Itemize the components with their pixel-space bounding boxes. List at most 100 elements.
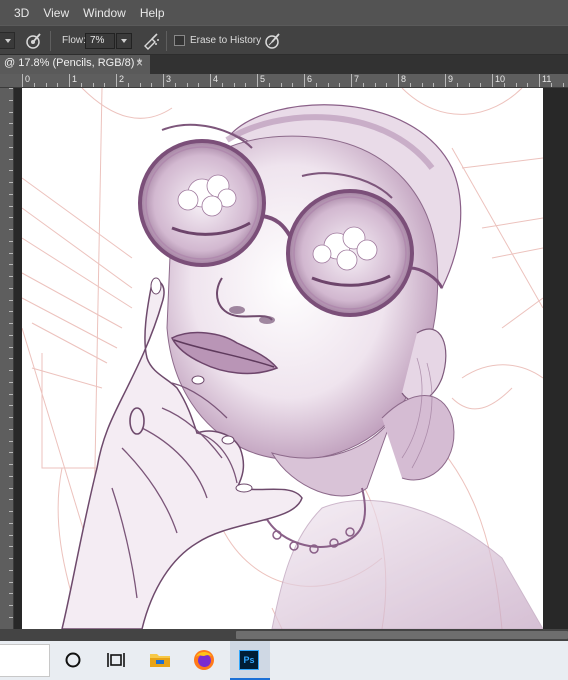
menu-view[interactable]: View — [36, 6, 76, 20]
brush-preset-dropdown[interactable] — [0, 32, 15, 49]
ruler-tick — [198, 83, 199, 87]
ruler-tick — [9, 523, 13, 524]
ruler-label: 3 — [166, 74, 172, 84]
ruler-tick — [9, 206, 13, 207]
ruler-tick — [9, 123, 13, 124]
ruler-tick — [281, 83, 282, 87]
photoshop-icon[interactable]: Ps — [239, 650, 259, 670]
ruler-tick — [104, 83, 105, 87]
ruler-horizontal: 0 1 2 3 4 5 6 7 8 9 10 11 — [0, 74, 568, 88]
ruler-tick — [551, 83, 552, 87]
pencil-sketch-artwork — [22, 88, 543, 629]
ruler-tick — [9, 617, 13, 618]
ruler-label: 8 — [401, 74, 407, 84]
taskbar: Ps — [0, 641, 568, 680]
ruler-tick — [292, 83, 293, 87]
ruler-label: 5 — [260, 74, 266, 84]
ruler-tick — [9, 217, 13, 218]
menu-window[interactable]: Window — [76, 6, 133, 20]
airbrush-icon[interactable] — [141, 31, 161, 51]
ruler-tick — [9, 358, 13, 359]
close-icon[interactable]: × — [136, 56, 143, 70]
ruler-tick — [222, 83, 223, 87]
document-tab[interactable]: @ 17.8% (Pencils, RGB/8) * × — [0, 55, 150, 74]
ruler-label: 6 — [307, 74, 313, 84]
ruler-tick — [9, 370, 13, 371]
ruler-tick — [269, 83, 270, 87]
menu-bar: 3D View Window Help — [0, 0, 568, 25]
ruler-tick — [9, 229, 13, 230]
erase-to-history-checkbox[interactable] — [174, 35, 185, 46]
ruler-tick — [9, 605, 13, 606]
ruler-tick — [363, 83, 364, 87]
ruler-tick — [9, 135, 13, 136]
firefox-icon[interactable] — [192, 648, 216, 672]
ruler-tick — [9, 276, 13, 277]
ruler-tick — [9, 535, 13, 536]
ruler-tick — [9, 264, 13, 265]
ruler-label: 1 — [72, 74, 78, 84]
taskbar-search-box[interactable] — [0, 644, 50, 677]
ruler-tick — [140, 83, 141, 87]
ruler-tick — [469, 83, 470, 87]
ruler-tick — [9, 452, 13, 453]
ruler-tick — [9, 100, 13, 101]
ruler-tick — [151, 83, 152, 87]
file-explorer-icon[interactable] — [148, 648, 172, 672]
ruler-tick — [128, 83, 129, 87]
document-tab-bar: @ 17.8% (Pencils, RGB/8) * × — [0, 55, 568, 74]
ruler-label: 0 — [25, 74, 31, 84]
ruler-tick — [81, 83, 82, 87]
ruler-tick — [9, 394, 13, 395]
menu-help[interactable]: Help — [133, 6, 172, 20]
document-tab-title: @ 17.8% (Pencils, RGB/8) * — [4, 57, 142, 69]
menu-3d[interactable]: 3D — [0, 6, 36, 20]
ruler-tick — [57, 83, 58, 87]
ruler-tick — [9, 88, 13, 89]
ruler-tick — [69, 74, 70, 87]
ruler-tick — [9, 476, 13, 477]
ruler-tick — [304, 74, 305, 87]
ruler-tick — [116, 74, 117, 87]
flow-dropdown-button[interactable] — [116, 33, 132, 49]
ruler-tick — [9, 429, 13, 430]
ruler-tick — [9, 182, 13, 183]
pressure-opacity-icon[interactable] — [24, 31, 44, 51]
ruler-tick — [234, 83, 235, 87]
ruler-tick — [46, 83, 47, 87]
scrollbar-thumb[interactable] — [236, 631, 568, 639]
ruler-tick — [9, 488, 13, 489]
ruler-tick — [480, 83, 481, 87]
ruler-tick — [22, 74, 23, 87]
ruler-tick — [9, 558, 13, 559]
ruler-tick — [9, 147, 13, 148]
flow-input[interactable]: 7% — [85, 33, 115, 49]
ruler-tick — [245, 83, 246, 87]
erase-to-history-label: Erase to History — [190, 35, 262, 46]
ruler-tick — [316, 83, 317, 87]
ruler-tick — [9, 405, 13, 406]
document-canvas[interactable] — [22, 88, 543, 629]
cortana-icon[interactable] — [61, 648, 85, 672]
ruler-tick — [398, 74, 399, 87]
ruler-tick — [9, 464, 13, 465]
pressure-size-icon[interactable] — [263, 31, 283, 51]
flow-label: Flow: — [62, 35, 86, 46]
ruler-tick — [410, 83, 411, 87]
task-view-icon[interactable] — [104, 648, 128, 672]
ruler-tick — [339, 83, 340, 87]
ruler-tick — [9, 300, 13, 301]
ruler-tick — [9, 288, 13, 289]
ruler-tick — [187, 83, 188, 87]
ruler-tick — [504, 83, 505, 87]
ruler-tick — [9, 582, 13, 583]
horizontal-scrollbar[interactable] — [0, 629, 568, 641]
ruler-tick — [9, 311, 13, 312]
ruler-tick — [433, 83, 434, 87]
ruler-tick — [9, 347, 13, 348]
ruler-vertical — [0, 88, 14, 634]
ruler-tick — [9, 159, 13, 160]
ruler-tick — [457, 83, 458, 87]
ruler-tick — [9, 253, 13, 254]
ruler-tick — [9, 241, 13, 242]
